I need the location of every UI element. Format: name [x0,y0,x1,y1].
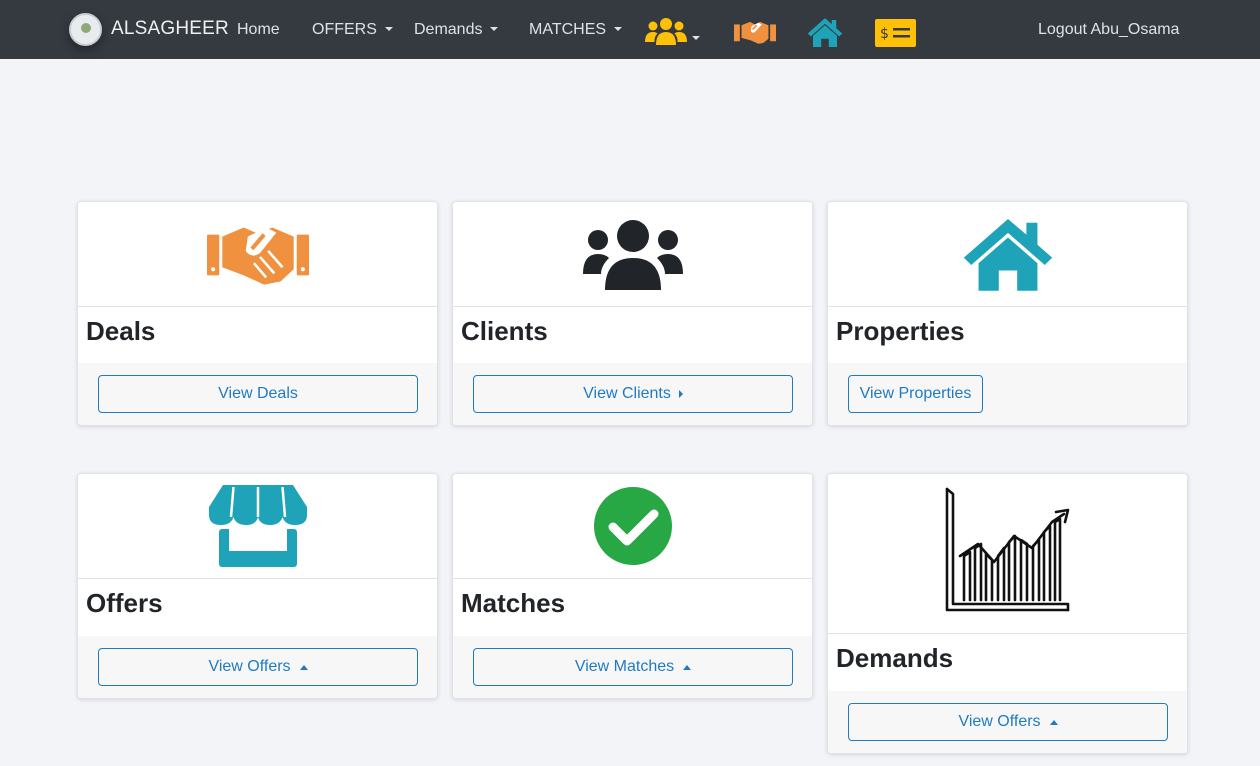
nav-demands-dropdown[interactable]: Demands [414,20,499,40]
chevron-down-icon [490,26,499,31]
card-icon-area [453,474,812,579]
button-label: View Offers [208,658,291,675]
nav-properties-link[interactable] [806,17,844,52]
nav-home-label: Home [237,21,280,38]
store-icon [209,485,307,567]
handshake-icon [734,21,776,44]
view-properties-button[interactable]: View Properties [848,375,983,413]
view-deals-button[interactable]: View Deals [98,375,418,413]
deals-card: Deals View Deals [77,201,438,426]
button-label: View Offers [958,713,1041,730]
card-title: Deals [86,316,156,346]
view-matches-button[interactable]: View Matches [473,648,793,686]
card-title: Demands [836,643,954,673]
nav-payments-link[interactable]: $ [875,19,916,52]
nav-offers-label: OFFERS [312,21,377,38]
nav-matches-dropdown[interactable]: MATCHES [529,20,623,40]
caret-up-icon [1049,719,1058,725]
users-icon [583,220,683,290]
caret-up-icon [299,664,308,670]
growth-chart-icon [945,487,1070,612]
offers-card: Offers View Offers [77,473,438,699]
home-icon [807,18,843,47]
card-footer: View Properties [828,363,1187,425]
properties-card: Properties View Properties [827,201,1188,426]
card-footer: View Matches [453,636,812,698]
nav-matches-label: MATCHES [529,21,607,38]
view-clients-button[interactable]: View Clients [473,375,793,413]
logout-link[interactable]: Logout Abu_Osama [1038,20,1179,40]
chevron-down-icon [384,26,393,31]
chevron-down-icon [692,36,700,40]
home-icon [963,219,1053,291]
nav-demands-label: Demands [414,21,483,38]
card-icon-area [78,202,437,307]
card-icon-area [453,202,812,307]
matches-card: Matches View Matches [452,473,813,699]
view-offers-button[interactable]: View Offers [98,648,418,686]
nav-clients-dropdown[interactable] [645,17,707,45]
card-footer: View Deals [78,363,437,425]
brand-logo[interactable] [69,13,102,46]
button-label: View Properties [859,385,972,402]
card-icon-area [828,202,1187,307]
nav-deals-link[interactable] [734,18,776,51]
button-label: View Matches [574,658,675,675]
check-circle-icon [594,487,672,565]
chevron-down-icon [614,26,623,31]
caret-right-icon [678,390,683,398]
card-title: Clients [461,316,548,346]
top-navbar: ALSAGHEER Home OFFERS Demands MATCHES $ … [0,0,1260,59]
card-footer: View Offers [78,636,437,698]
demands-card: Demands View Offers [827,473,1188,754]
brand-name[interactable]: ALSAGHEER [111,18,229,40]
view-demands-button[interactable]: View Offers [848,703,1168,741]
card-footer: View Offers [828,691,1187,753]
card-icon-area [78,474,437,579]
handshake-icon [207,227,309,285]
nav-offers-dropdown[interactable]: OFFERS [312,20,393,40]
button-label: View Deals [218,385,298,402]
nav-home[interactable]: Home [237,20,280,40]
money-check-icon: $ [875,19,916,47]
card-title: Matches [461,588,566,618]
button-label: View Clients [583,385,671,402]
clients-card: Clients View Clients [452,201,813,426]
caret-up-icon [683,664,692,670]
users-icon [645,18,687,45]
card-footer: View Clients [453,363,812,425]
card-title: Properties [836,316,965,346]
card-icon-area [828,474,1187,634]
svg-text:$: $ [880,26,889,42]
card-title: Offers [86,588,163,618]
